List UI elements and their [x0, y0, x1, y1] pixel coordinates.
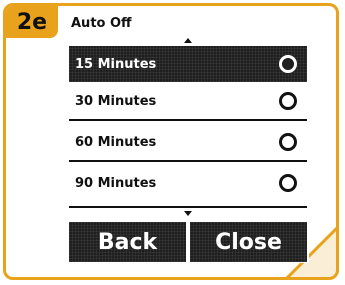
menu-item-label: 90 Minutes [75, 175, 157, 191]
scroll-up-arrow-icon[interactable] [184, 38, 192, 43]
radio-icon[interactable] [279, 133, 297, 151]
back-button[interactable]: Back [69, 222, 186, 262]
menu-item-label: 60 Minutes [75, 134, 157, 150]
radio-icon[interactable] [279, 174, 297, 192]
menu-item-90-minutes[interactable]: 90 Minutes [69, 165, 307, 201]
divider [69, 119, 307, 121]
menu-item-label: 30 Minutes [75, 93, 157, 109]
radio-icon[interactable] [279, 92, 297, 110]
menu-item-label: 15 Minutes [75, 56, 157, 72]
menu-item-60-minutes[interactable]: 60 Minutes [69, 124, 307, 160]
menu-title: Auto Off [71, 16, 132, 31]
radio-selected-icon[interactable] [279, 55, 297, 73]
instruction-panel: 2e Auto Off 15 Minutes 30 Minutes 60 Min… [3, 3, 339, 280]
close-button[interactable]: Close [190, 222, 307, 262]
divider [69, 160, 307, 162]
menu-item-30-minutes[interactable]: 30 Minutes [69, 83, 307, 119]
menu-item-15-minutes[interactable]: 15 Minutes [69, 46, 307, 82]
step-badge: 2e [6, 6, 58, 38]
device-screen: Auto Off 15 Minutes 30 Minutes 60 Minute… [67, 14, 309, 263]
scroll-down-arrow-icon[interactable] [184, 211, 192, 216]
divider [69, 206, 307, 208]
